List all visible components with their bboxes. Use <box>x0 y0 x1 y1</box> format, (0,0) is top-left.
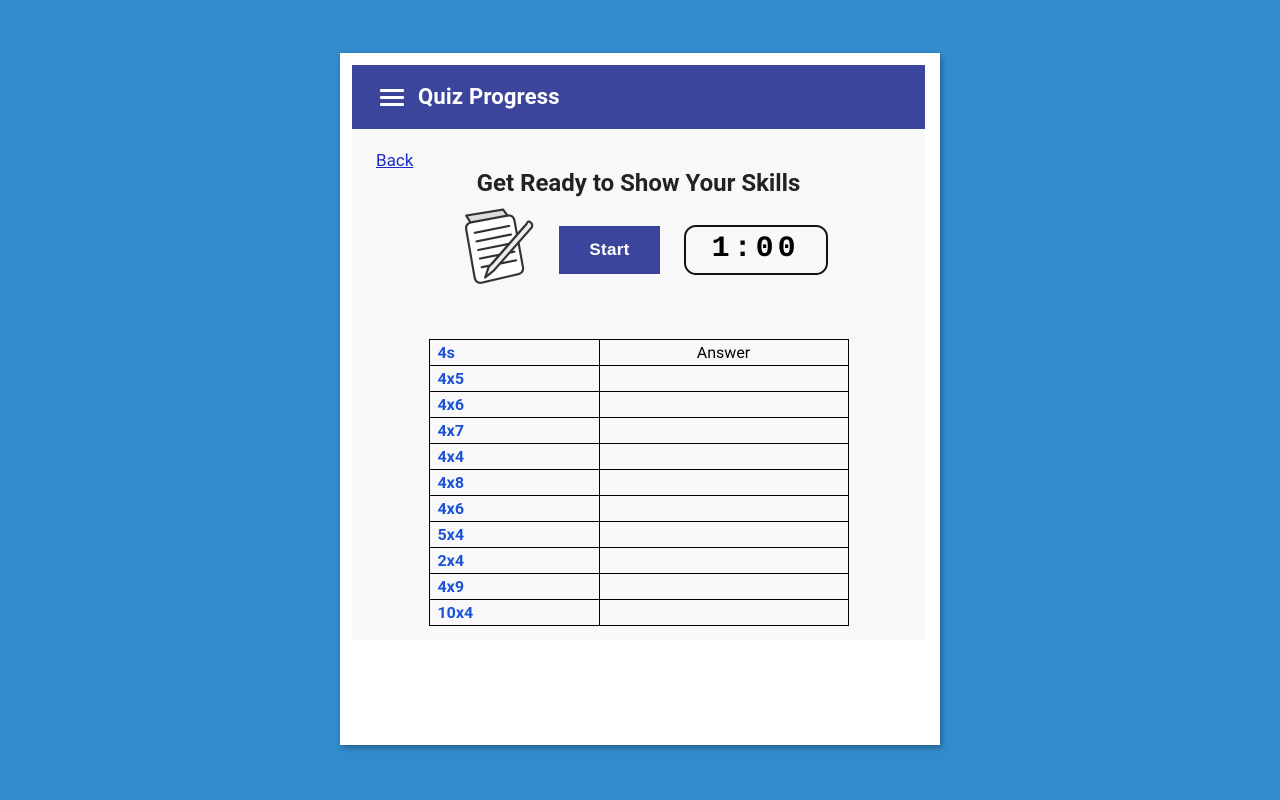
question-cell: 10x4 <box>429 600 599 626</box>
table-row: 4x9 <box>429 574 848 600</box>
table-row: 10x4 <box>429 600 848 626</box>
table-row: 4x4 <box>429 444 848 470</box>
question-cell: 4x9 <box>429 574 599 600</box>
table-row: 4x6 <box>429 496 848 522</box>
question-cell: 4x5 <box>429 366 599 392</box>
table-row: 2x4 <box>429 548 848 574</box>
table-row: 5x4 <box>429 522 848 548</box>
table-row: 4x6 <box>429 392 848 418</box>
table-header-row: 4s Answer <box>429 340 848 366</box>
answer-cell[interactable] <box>599 600 848 626</box>
content-area: Quiz Progress Back Get Ready to Show You… <box>352 65 925 640</box>
question-cell: 4x6 <box>429 496 599 522</box>
answer-cell[interactable] <box>599 496 848 522</box>
app-window: Quiz Progress Back Get Ready to Show You… <box>340 53 940 745</box>
hamburger-icon[interactable] <box>380 85 404 109</box>
question-cell: 5x4 <box>429 522 599 548</box>
table-row: 4x7 <box>429 418 848 444</box>
answer-cell[interactable] <box>599 444 848 470</box>
start-button[interactable]: Start <box>559 226 659 274</box>
question-cell: 4x4 <box>429 444 599 470</box>
notepad-pencil-icon <box>449 207 535 293</box>
answer-cell[interactable] <box>599 366 848 392</box>
question-cell: 2x4 <box>429 548 599 574</box>
quiz-table: 4s Answer 4x54x64x74x44x84x65x42x44x910x… <box>429 339 849 626</box>
answer-cell[interactable] <box>599 522 848 548</box>
answer-cell[interactable] <box>599 470 848 496</box>
question-header: 4s <box>429 340 599 366</box>
table-row: 4x8 <box>429 470 848 496</box>
answer-cell[interactable] <box>599 392 848 418</box>
answer-header: Answer <box>599 340 848 366</box>
appbar-title: Quiz Progress <box>418 85 560 110</box>
controls-row: Start 1:00 <box>352 207 925 293</box>
page-heading: Get Ready to Show Your Skills <box>352 169 925 197</box>
question-cell: 4x6 <box>429 392 599 418</box>
answer-cell[interactable] <box>599 574 848 600</box>
question-cell: 4x8 <box>429 470 599 496</box>
timer-display: 1:00 <box>684 225 828 275</box>
back-link[interactable]: Back <box>376 151 413 171</box>
table-row: 4x5 <box>429 366 848 392</box>
answer-cell[interactable] <box>599 418 848 444</box>
answer-cell[interactable] <box>599 548 848 574</box>
appbar: Quiz Progress <box>352 65 925 129</box>
question-cell: 4x7 <box>429 418 599 444</box>
